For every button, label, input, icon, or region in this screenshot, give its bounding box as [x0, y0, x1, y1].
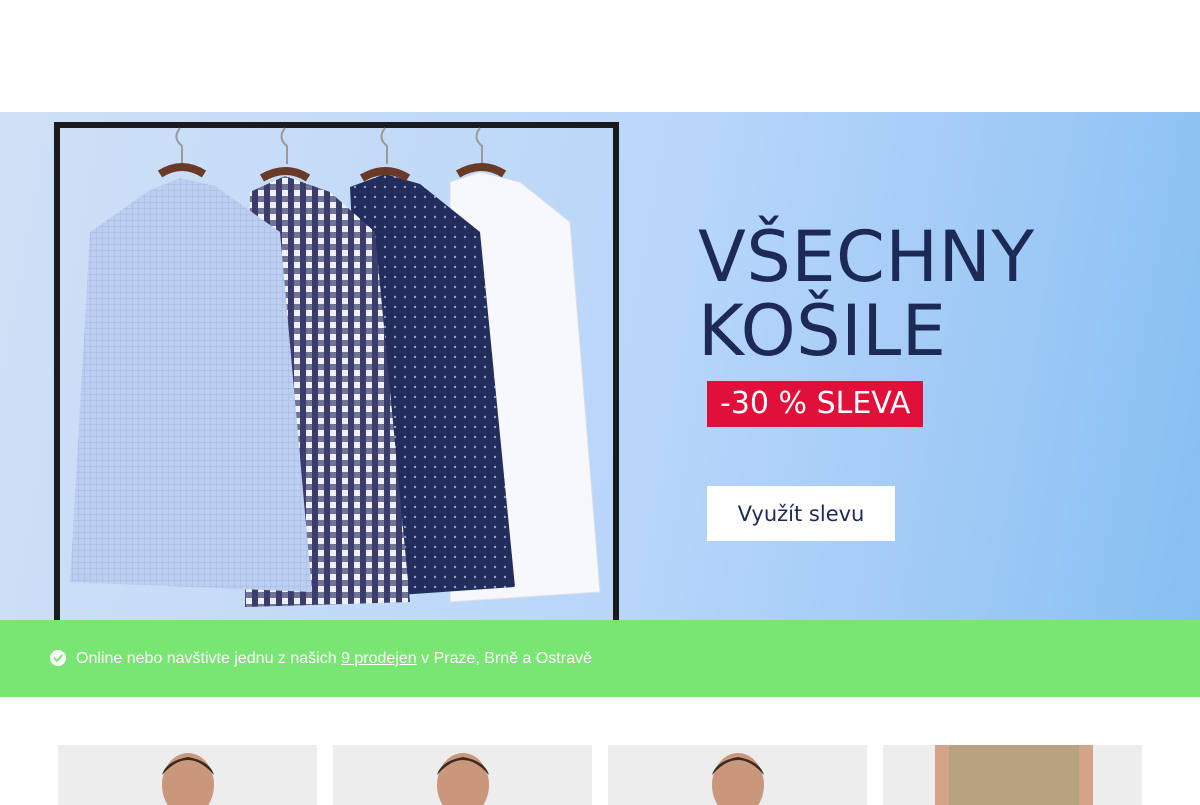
store-info-bar: Online nebo navštivte jednu z našich 9 p… — [0, 620, 1200, 697]
hero-banner[interactable]: VŠECHNY KOŠILE -30 % SLEVA Využít slevu — [0, 112, 1200, 620]
store-info-text: Online nebo navštivte jednu z našich 9 p… — [76, 620, 592, 697]
product-card-2[interactable] — [333, 745, 592, 805]
check-circle-icon — [50, 650, 66, 666]
hero-title-line-2: KOŠILE — [698, 290, 947, 372]
product-card-1[interactable] — [58, 745, 317, 805]
product-grid — [0, 697, 1200, 805]
product-image-3 — [712, 753, 764, 805]
product-image-4 — [935, 745, 1093, 805]
product-image-2 — [437, 753, 489, 805]
stores-link[interactable]: 9 prodejen — [341, 650, 417, 667]
use-discount-button[interactable]: Využít slevu — [707, 486, 895, 541]
shirts-on-rack-image — [54, 122, 619, 620]
store-info-before: Online nebo navštivte jednu z našich — [76, 650, 342, 667]
product-card-4[interactable] — [883, 745, 1142, 805]
hero-title: VŠECHNY KOŠILE — [698, 220, 1035, 368]
hero-title-line-1: VŠECHNY — [698, 216, 1035, 298]
product-card-3[interactable] — [608, 745, 867, 805]
top-navigation-bar — [0, 0, 1200, 112]
discount-badge: -30 % SLEVA — [707, 381, 924, 427]
store-info-after: v Praze, Brně a Ostravě — [416, 650, 592, 667]
product-image-1 — [162, 753, 214, 805]
